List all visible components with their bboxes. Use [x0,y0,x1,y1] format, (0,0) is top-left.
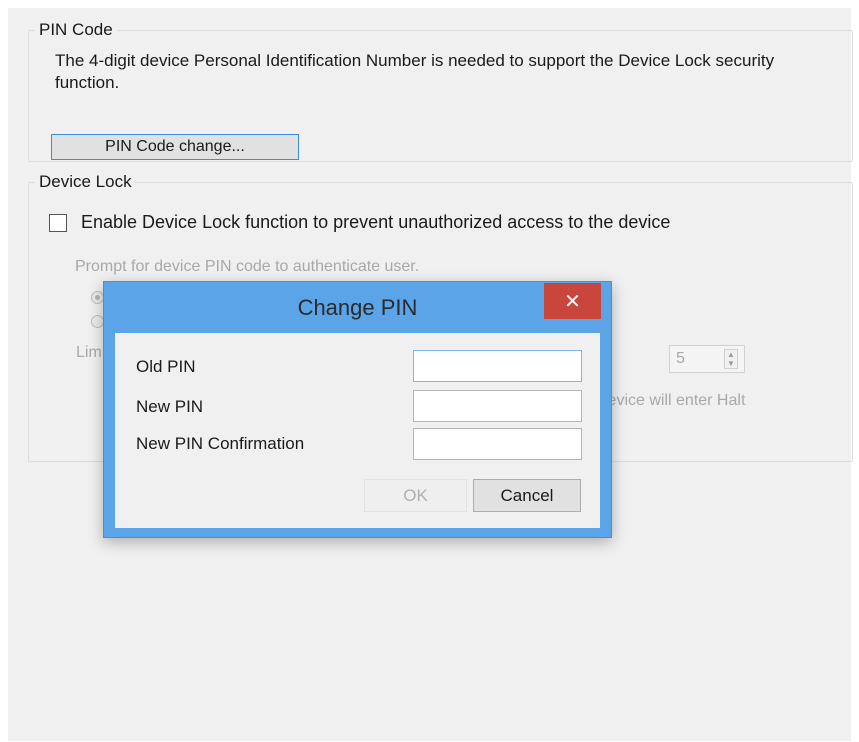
pin-code-change-button[interactable]: PIN Code change... [51,134,299,160]
close-icon[interactable]: ✕ [544,283,601,319]
ok-button[interactable]: OK [364,479,467,512]
change-pin-dialog: Change PIN ✕ Old PIN New PIN New PIN Con… [103,281,612,538]
pin-code-description: The 4-digit device Personal Identificati… [55,51,775,92]
new-pin-confirmation-label: New PIN Confirmation [136,434,305,453]
pin-code-group-title: PIN Code [39,20,113,39]
new-pin-input[interactable] [413,390,582,422]
attempts-spinner-value: 5 [676,350,685,367]
limit-attempts-label: Lim [76,344,102,361]
new-pin-confirmation-input[interactable] [413,428,582,460]
new-pin-label: New PIN [136,397,204,416]
dialog-body: Old PIN New PIN New PIN Confirmation OK … [115,333,600,528]
enable-device-lock-checkbox[interactable] [49,214,67,232]
pin-code-group: PIN Code The 4-digit device Personal Ide… [28,20,853,162]
enable-device-lock-label[interactable]: Enable Device Lock function to prevent u… [81,212,670,233]
old-pin-label: Old PIN [136,357,196,376]
prompt-pin-label: Prompt for device PIN code to authentica… [75,258,420,275]
dialog-title: Change PIN [297,295,418,320]
attempts-spinner[interactable]: 5 ▲ ▼ [669,345,745,373]
old-pin-input[interactable] [413,350,582,382]
halt-warning-label: levice will enter Halt [604,392,746,409]
spinner-arrows-icon[interactable]: ▲ ▼ [724,349,738,369]
cancel-button[interactable]: Cancel [473,479,581,512]
device-lock-group-title: Device Lock [39,172,132,191]
